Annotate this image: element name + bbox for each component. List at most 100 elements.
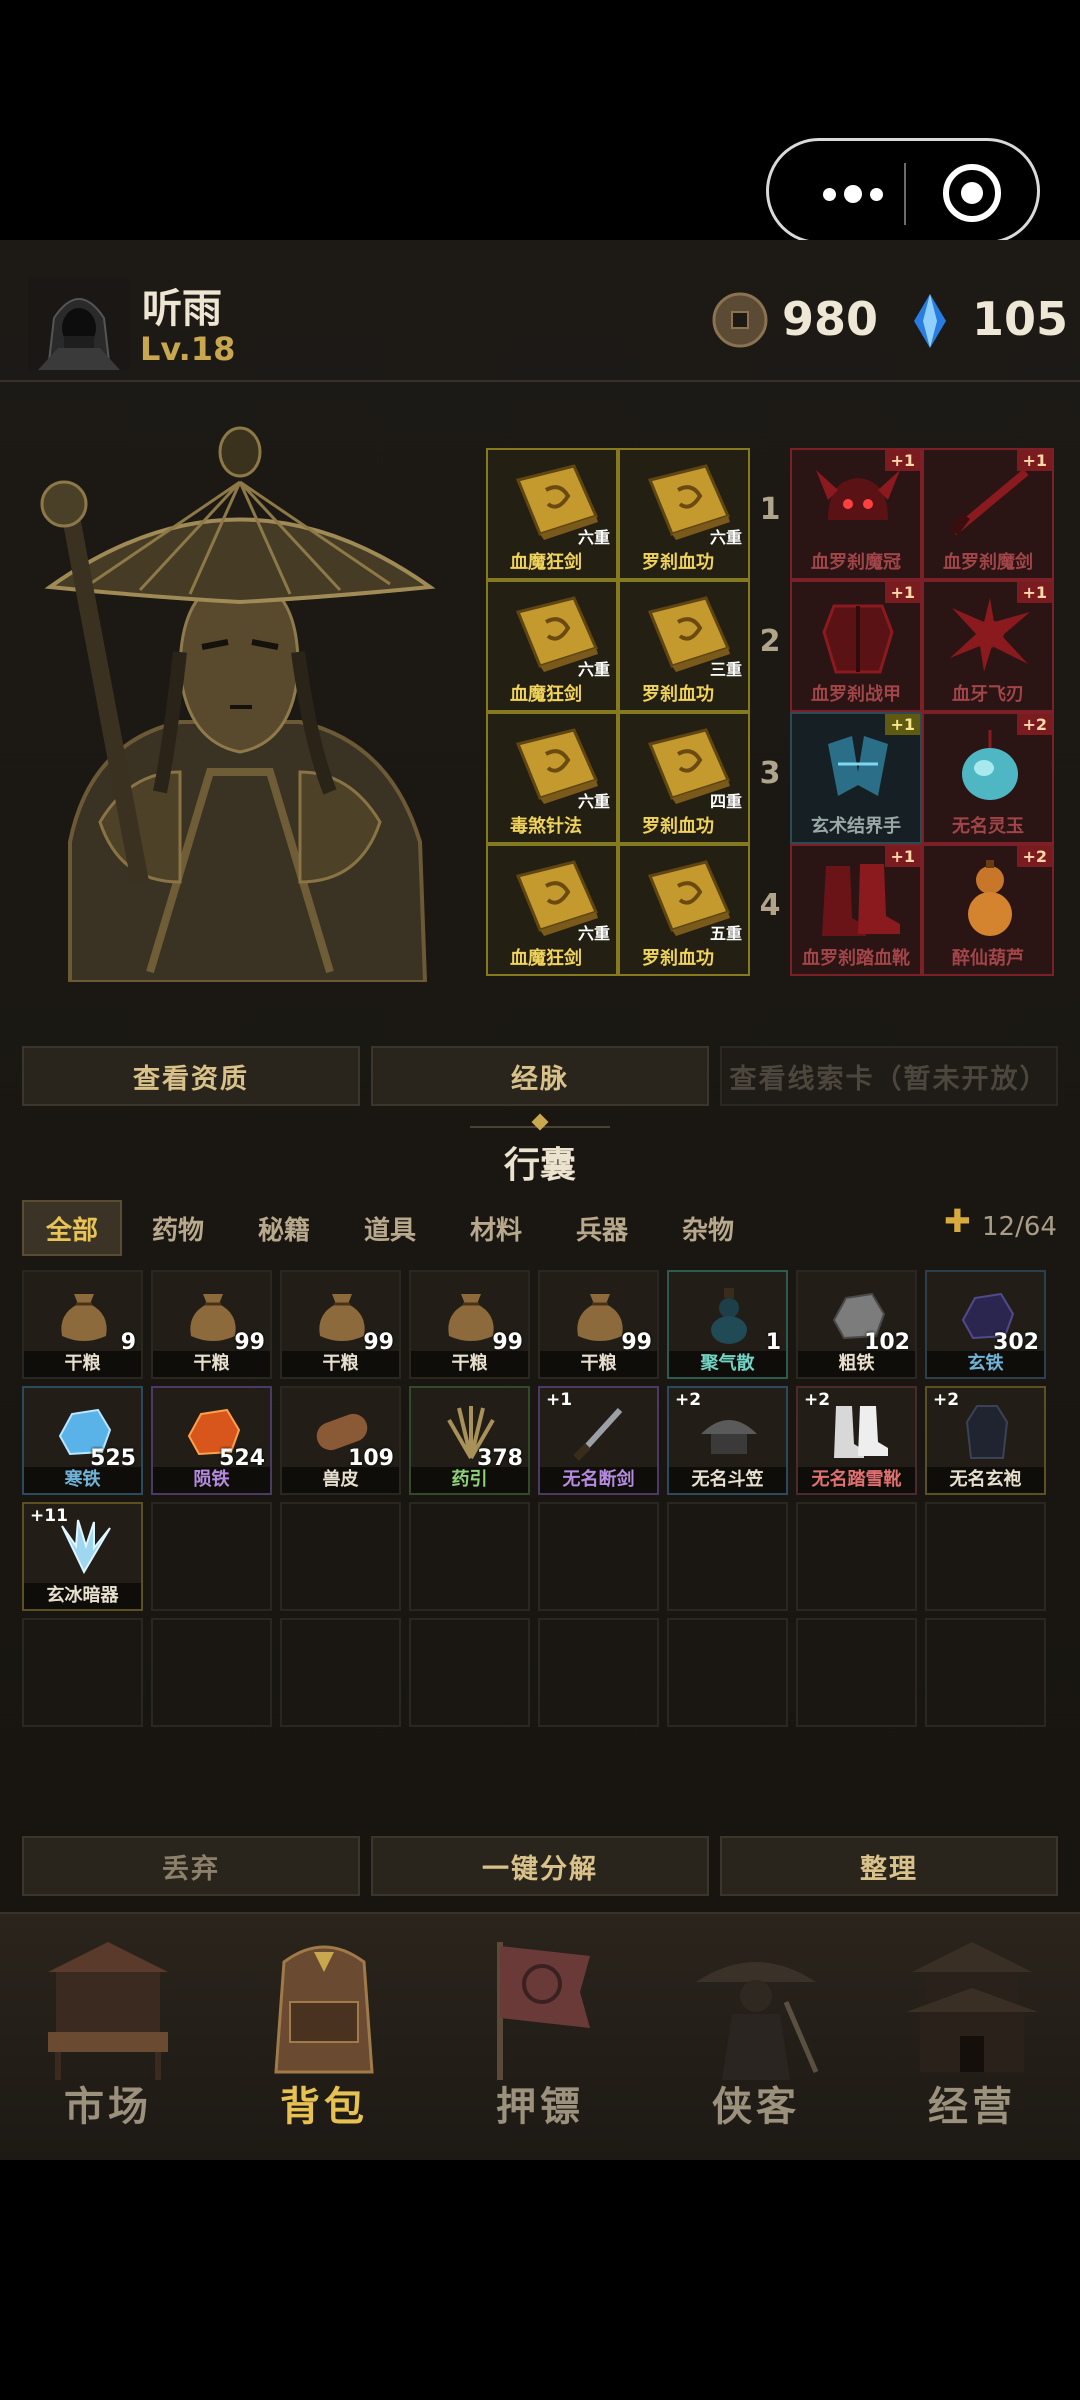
inventory-slot[interactable]: 99 干粮 — [409, 1270, 530, 1379]
empty-slot[interactable] — [667, 1618, 788, 1727]
inventory-slot[interactable]: 302 玄铁 — [925, 1270, 1046, 1379]
loadout-number: 2 — [759, 624, 781, 659]
book-name: 血魔狂剑 — [510, 552, 582, 573]
inventory-slot[interactable]: 102 粗铁 — [796, 1270, 917, 1379]
inventory-slot[interactable]: 525 寒铁 — [22, 1386, 143, 1495]
inventory-slot[interactable]: +2 无名踏雪靴 — [796, 1386, 917, 1495]
skill-book-slot[interactable]: 六重 毒煞针法 — [486, 712, 618, 844]
item-name: 药引 — [411, 1467, 528, 1493]
nav-label: 侠客 — [712, 2084, 800, 2130]
item-name: 寒铁 — [24, 1467, 141, 1493]
empty-slot[interactable] — [925, 1502, 1046, 1611]
empty-slot[interactable] — [796, 1618, 917, 1727]
book-name: 罗刹血功 — [642, 684, 714, 705]
gear-slot[interactable]: +1 玄术结界手 — [790, 712, 922, 844]
empty-slot[interactable] — [409, 1618, 530, 1727]
nav-label: 市场 — [64, 2084, 152, 2130]
tab-all[interactable]: 全部 — [22, 1200, 122, 1256]
bag-capacity: 12/64 — [982, 1212, 1057, 1242]
tier-label: 六重 — [709, 528, 742, 547]
empty-slot[interactable] — [925, 1618, 1046, 1727]
book-name: 血魔狂剑 — [510, 948, 582, 969]
enhance-badge: +1 — [885, 582, 920, 603]
decompose-all-button[interactable]: 一键分解 — [371, 1836, 709, 1896]
nav-market[interactable]: 市场 — [0, 1912, 216, 2160]
item-name: 干粮 — [540, 1351, 657, 1377]
nav-business[interactable]: 经营 — [864, 1912, 1080, 2160]
item-name: 无名踏雪靴 — [798, 1467, 915, 1493]
inventory-slot[interactable]: +2 无名玄袍 — [925, 1386, 1046, 1495]
gear-name: 血罗刹魔冠 — [811, 552, 901, 573]
escort-flag-icon — [497, 1942, 590, 2080]
inventory-slot[interactable]: 99 干粮 — [280, 1270, 401, 1379]
tab-medicine[interactable]: 药物 — [128, 1200, 228, 1256]
skill-book-slot[interactable]: 五重 罗刹血功 — [618, 844, 750, 976]
nav-escort[interactable]: 押镖 — [432, 1912, 648, 2160]
empty-slot[interactable] — [409, 1502, 530, 1611]
skill-book-slot[interactable]: 六重 血魔狂剑 — [486, 448, 618, 580]
jade-amulet-icon — [962, 730, 1018, 800]
skill-book-slot[interactable]: 三重 罗刹血功 — [618, 580, 750, 712]
item-name: 玄冰暗器 — [24, 1583, 141, 1609]
boots-icon — [834, 1406, 888, 1458]
tab-misc[interactable]: 杂物 — [658, 1200, 758, 1256]
close-target-icon[interactable] — [943, 164, 1001, 222]
gear-slot[interactable]: +1 血罗刹踏血靴 — [790, 844, 922, 976]
robe-icon — [965, 1405, 1009, 1459]
item-name: 粗铁 — [798, 1351, 915, 1377]
tab-manuals[interactable]: 秘籍 — [234, 1200, 334, 1256]
inventory-slot[interactable]: 1 聚气散 — [667, 1270, 788, 1379]
market-stall-icon — [48, 1942, 168, 2080]
inventory-slot[interactable]: +1 无名断剑 — [538, 1386, 659, 1495]
item-name: 无名玄袍 — [927, 1467, 1044, 1493]
nav-backpack[interactable]: 背包 — [216, 1912, 432, 2160]
skill-book-slot[interactable]: 六重 血魔狂剑 — [486, 580, 618, 712]
inventory-slot[interactable]: 9 干粮 — [22, 1270, 143, 1379]
more-icon[interactable] — [805, 177, 901, 211]
hooded-avatar-icon[interactable] — [28, 278, 130, 370]
empty-slot[interactable] — [280, 1618, 401, 1727]
inventory-slot[interactable]: 99 干粮 — [538, 1270, 659, 1379]
inventory-slot[interactable]: 99 干粮 — [151, 1270, 272, 1379]
bag-title: 行囊 — [503, 1145, 576, 1186]
sort-button[interactable]: 整理 — [720, 1836, 1058, 1896]
gear-name: 醉仙葫芦 — [952, 948, 1024, 969]
empty-slot[interactable] — [538, 1502, 659, 1611]
view-aptitude-button[interactable]: 查看资质 — [22, 1046, 360, 1106]
gear-slot[interactable]: +1 血牙飞刃 — [922, 580, 1054, 712]
item-name: 干粮 — [282, 1351, 399, 1377]
empty-slot[interactable] — [151, 1618, 272, 1727]
tier-label: 三重 — [709, 660, 742, 679]
inventory-slot[interactable]: +2 无名斗笠 — [667, 1386, 788, 1495]
expand-bag-icon[interactable]: ✚ — [944, 1202, 971, 1240]
empty-slot[interactable] — [280, 1502, 401, 1611]
capsule-divider — [904, 163, 906, 225]
gear-slot[interactable]: +1 血罗刹魔冠 — [790, 448, 922, 580]
gear-slot[interactable]: +2 无名灵玉 — [922, 712, 1054, 844]
gear-slot[interactable]: +1 血罗刹魔剑 — [922, 448, 1054, 580]
gear-slot[interactable]: +1 血罗刹战甲 — [790, 580, 922, 712]
skill-book-slot[interactable]: 六重 血魔狂剑 — [486, 844, 618, 976]
empty-slot[interactable] — [538, 1618, 659, 1727]
nav-swordsman[interactable]: 侠客 — [648, 1912, 864, 2160]
empty-slot[interactable] — [22, 1618, 143, 1727]
inventory-slot[interactable]: 524 陨铁 — [151, 1386, 272, 1495]
discard-button[interactable]: 丢弃 — [22, 1836, 360, 1896]
enhance-badge: +1 — [885, 846, 920, 867]
skill-book-slot[interactable]: 四重 罗刹血功 — [618, 712, 750, 844]
meridian-button[interactable]: 经脉 — [371, 1046, 709, 1106]
inventory-slot[interactable]: 109 兽皮 — [280, 1386, 401, 1495]
tab-materials[interactable]: 材料 — [446, 1200, 546, 1256]
inventory-slot[interactable]: 378 药引 — [409, 1386, 530, 1495]
tab-weapons[interactable]: 兵器 — [552, 1200, 652, 1256]
empty-slot[interactable] — [151, 1502, 272, 1611]
gear-name: 血罗刹踏血靴 — [802, 948, 910, 969]
gear-name: 无名灵玉 — [952, 816, 1024, 837]
gear-slot[interactable]: +2 醉仙葫芦 — [922, 844, 1054, 976]
tab-tools[interactable]: 道具 — [340, 1200, 440, 1256]
loadout-number: 4 — [759, 888, 781, 923]
skill-book-slot[interactable]: 六重 罗刹血功 — [618, 448, 750, 580]
inventory-slot[interactable]: +11 玄冰暗器 — [22, 1502, 143, 1611]
empty-slot[interactable] — [667, 1502, 788, 1611]
empty-slot[interactable] — [796, 1502, 917, 1611]
